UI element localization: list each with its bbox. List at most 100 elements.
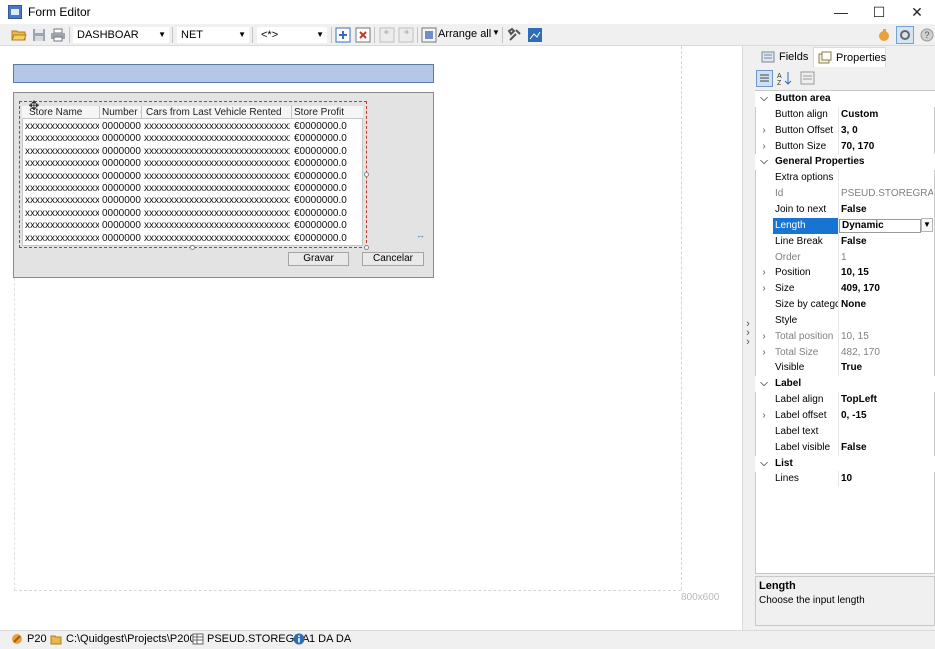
- property-row[interactable]: Visible True: [755, 360, 935, 377]
- chevron-down-icon[interactable]: ▼: [492, 28, 500, 37]
- property-value[interactable]: 70, 170: [841, 139, 933, 155]
- resize-handle[interactable]: [190, 245, 195, 250]
- property-column-separator: [838, 328, 839, 345]
- property-row[interactable]: Size by categc None: [755, 297, 935, 314]
- property-row[interactable]: Join to next False: [755, 201, 935, 218]
- property-row[interactable]: Style: [755, 312, 935, 329]
- filter-combo[interactable]: <*> ▼: [256, 26, 328, 44]
- settings-gear-icon[interactable]: [896, 26, 914, 44]
- save-icon[interactable]: [31, 27, 47, 43]
- preview-icon[interactable]: [527, 27, 543, 43]
- property-value[interactable]: TopLeft: [841, 392, 933, 408]
- expand-chevron-icon[interactable]: ›: [759, 281, 769, 297]
- property-value[interactable]: 409, 170: [841, 281, 933, 297]
- property-row[interactable]: Order 1: [755, 249, 935, 266]
- property-category[interactable]: ⌵ Label: [755, 376, 935, 393]
- expand-chevron-icon[interactable]: ›: [759, 329, 769, 345]
- hand-icon[interactable]: [876, 27, 892, 43]
- dashboard-combo[interactable]: DASHBOAR ▼: [72, 26, 170, 44]
- maximize-button[interactable]: ☐: [859, 0, 899, 24]
- form-header-bar[interactable]: [13, 64, 434, 83]
- property-row[interactable]: Label text: [755, 423, 935, 440]
- description-title: Length: [759, 580, 796, 592]
- property-row[interactable]: Extra options: [755, 170, 935, 187]
- property-pages-icon[interactable]: [800, 71, 815, 85]
- save-form-button[interactable]: Gravar: [288, 252, 349, 266]
- expand-chevron-icon[interactable]: ›: [759, 408, 769, 424]
- property-row[interactable]: Id PSEUD.STOREGRA: [755, 186, 935, 203]
- property-row[interactable]: › Size 409, 170: [755, 281, 935, 298]
- property-name: List: [775, 457, 793, 469]
- undo-icon[interactable]: [379, 27, 395, 43]
- resize-handle[interactable]: [364, 245, 369, 250]
- collapse-chevron-icon[interactable]: ⌵: [759, 376, 769, 392]
- arrange-icon[interactable]: [421, 27, 437, 43]
- expand-chevron-icon[interactable]: ›: [759, 345, 769, 361]
- expand-chevron-icon[interactable]: ›: [759, 123, 769, 139]
- property-value[interactable]: False: [841, 202, 933, 218]
- tab-properties[interactable]: Properties: [813, 47, 886, 67]
- property-row[interactable]: Label visible False: [755, 439, 935, 456]
- expand-chevron-icon[interactable]: ›: [759, 265, 769, 281]
- close-button[interactable]: ✕: [897, 0, 935, 24]
- property-row[interactable]: Lines 10: [755, 471, 935, 488]
- collapse-chevron-icon[interactable]: ⌵: [759, 91, 769, 107]
- tab-fields[interactable]: Fields: [757, 47, 813, 67]
- tools-icon[interactable]: [507, 27, 523, 43]
- horizontal-resize-icon[interactable]: ↔: [416, 230, 425, 240]
- property-row[interactable]: › Position 10, 15: [755, 265, 935, 282]
- info-icon: [293, 633, 305, 645]
- open-folder-icon[interactable]: [11, 27, 27, 43]
- property-row[interactable]: › Button Offset 3, 0: [755, 122, 935, 139]
- property-value[interactable]: 10: [841, 471, 933, 487]
- arrange-all-button[interactable]: Arrange all: [438, 28, 491, 40]
- property-row[interactable]: › Total position 10, 15: [755, 328, 935, 345]
- property-category[interactable]: ⌵ General Properties: [755, 154, 935, 171]
- chevron-down-icon[interactable]: ▼: [921, 218, 933, 232]
- property-row[interactable]: Line Break False: [755, 233, 935, 250]
- property-value[interactable]: 10, 15: [841, 265, 933, 281]
- redo-icon[interactable]: [398, 27, 414, 43]
- property-value[interactable]: 1: [841, 250, 933, 266]
- expand-chevron-icon[interactable]: ›: [759, 139, 769, 155]
- minimize-button[interactable]: —: [821, 0, 861, 24]
- description-text: Choose the input length: [759, 595, 865, 606]
- sort-alphabetical-icon[interactable]: AZ: [776, 70, 792, 86]
- categorized-view-icon[interactable]: [756, 70, 773, 87]
- collapse-chevron-icon[interactable]: ⌵: [759, 456, 769, 472]
- property-row[interactable]: Label align TopLeft: [755, 392, 935, 409]
- property-name: Button Size: [775, 140, 827, 152]
- property-value[interactable]: Custom: [841, 107, 933, 123]
- property-category[interactable]: ⌵ List: [755, 455, 935, 472]
- property-value[interactable]: PSEUD.STOREGRA: [841, 186, 933, 202]
- move-handle-icon[interactable]: ✥: [27, 99, 41, 113]
- property-column-separator: [838, 138, 839, 155]
- property-value[interactable]: None: [841, 297, 933, 313]
- collapse-chevron-icon[interactable]: ⌵: [759, 154, 769, 170]
- property-row[interactable]: Length Dynamic: [755, 217, 935, 234]
- property-value[interactable]: False: [841, 440, 933, 456]
- tab-fields-label: Fields: [779, 51, 809, 63]
- property-row[interactable]: › Total Size 482, 170: [755, 344, 935, 361]
- property-value[interactable]: 3, 0: [841, 123, 933, 139]
- property-row[interactable]: Button align Custom: [755, 106, 935, 123]
- property-column-separator: [838, 186, 839, 203]
- property-row[interactable]: › Button Size 70, 170: [755, 138, 935, 155]
- property-value[interactable]: False: [841, 234, 933, 250]
- property-row[interactable]: › Label offset 0, -15: [755, 408, 935, 424]
- property-value[interactable]: 482, 170: [841, 345, 933, 361]
- property-value-input[interactable]: Dynamic: [839, 218, 921, 233]
- net-combo[interactable]: NET ▼: [176, 26, 250, 44]
- cancel-form-button[interactable]: Cancelar: [362, 252, 424, 266]
- property-value[interactable]: 0, -15: [841, 408, 933, 424]
- property-value[interactable]: 10, 15: [841, 329, 933, 345]
- resize-handle[interactable]: [364, 172, 369, 177]
- property-value[interactable]: True: [841, 360, 933, 376]
- remove-field-icon[interactable]: [355, 27, 371, 43]
- property-category[interactable]: ⌵ Button area: [755, 91, 935, 107]
- property-column-separator: [838, 312, 839, 329]
- print-icon[interactable]: [50, 27, 66, 43]
- add-field-icon[interactable]: [335, 27, 351, 43]
- splitter-collapse-icon[interactable]: › › ›: [743, 319, 753, 360]
- help-icon[interactable]: ?: [919, 27, 935, 43]
